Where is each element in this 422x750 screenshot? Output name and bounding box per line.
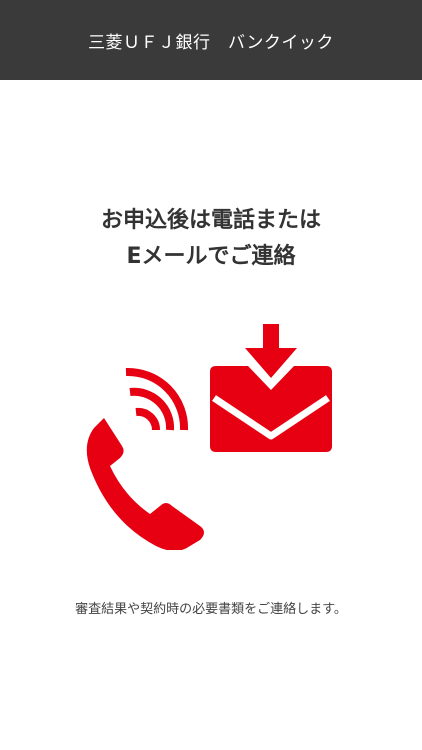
mail-download-icon bbox=[210, 324, 332, 452]
contact-illustration bbox=[86, 324, 332, 550]
headline-line-1: お申込後は電話または bbox=[100, 208, 321, 233]
headline-line-2: Eメールでご連絡 bbox=[126, 244, 296, 269]
phone-ringing-icon bbox=[86, 367, 204, 550]
headline: お申込後は電話または Eメールでご連絡 bbox=[0, 203, 422, 275]
app-header: 三菱ＵＦＪ銀行 バンクイック bbox=[0, 0, 422, 80]
header-title: 三菱ＵＦＪ銀行 バンクイック bbox=[88, 32, 334, 53]
caption-text: 審査結果や契約時の必要書類をご連絡します。 bbox=[75, 602, 347, 617]
